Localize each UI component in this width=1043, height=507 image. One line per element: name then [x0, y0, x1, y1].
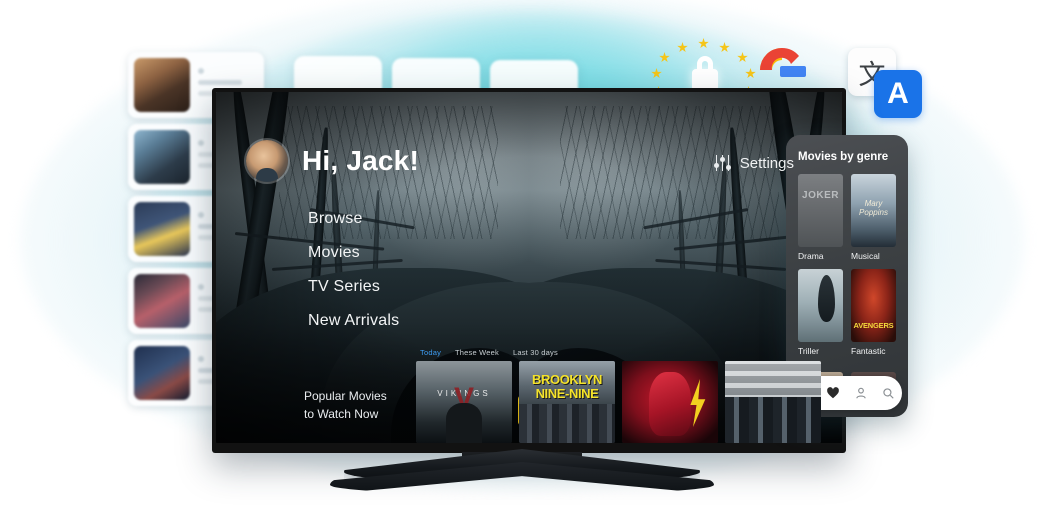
carousel-tabs: Today These Week Last 30 days: [416, 348, 842, 357]
genre-poster-fantastic-text: AVENGERS: [853, 321, 894, 331]
poster-suits[interactable]: [725, 361, 821, 443]
tab-last-30-days[interactable]: Last 30 days: [513, 348, 558, 357]
nav-item-tv-series[interactable]: TV Series: [308, 278, 399, 296]
tv-main-nav: Browse Movies TV Series New Arrivals: [308, 210, 399, 346]
popular-movies-heading: Popular Movies to Watch Now: [304, 388, 387, 423]
scene-root: 文 A Hi, Jack! Settings Browse Movies TV …: [0, 0, 1043, 507]
genre-poster-fantastic: AVENGERS: [851, 269, 896, 342]
card-thumbnail: [134, 202, 190, 256]
genre-item-musical[interactable]: Mary Poppins Musical: [851, 174, 896, 261]
person-icon[interactable]: [854, 386, 868, 400]
greeting-text: Hi, Jack!: [302, 145, 419, 176]
card-thumbnail: [134, 274, 190, 328]
poster-row: VIKINGS V BROOKLYN NINE-NINE: [416, 361, 842, 443]
tab-today[interactable]: Today: [420, 348, 441, 357]
nav-item-browse[interactable]: Browse: [308, 210, 399, 228]
genre-poster-musical: Mary Poppins: [851, 174, 896, 247]
poster-vikings[interactable]: VIKINGS V: [416, 361, 512, 443]
translate-target-glyph: A: [874, 70, 922, 118]
genre-poster-musical-text: Mary Poppins: [859, 198, 888, 217]
poster-brooklyn-nine-nine[interactable]: BROOKLYN NINE-NINE: [519, 361, 615, 443]
google-translate-icon: 文 A: [848, 48, 922, 118]
genre-label-fantastic: Fantastic: [851, 346, 886, 356]
tab-these-week[interactable]: These Week: [455, 348, 499, 357]
settings-button[interactable]: Settings: [713, 154, 794, 172]
poster-brooklyn-line-2: NINE-NINE: [535, 385, 599, 401]
settings-label: Settings: [739, 154, 794, 172]
tv-device: Hi, Jack! Settings Browse Movies TV Seri…: [212, 88, 846, 453]
nav-item-new-arrivals[interactable]: New Arrivals: [308, 312, 399, 330]
card-thumbnail: [134, 346, 190, 400]
genre-item-fantastic[interactable]: AVENGERS Fantastic: [851, 269, 896, 356]
poster-the-flash[interactable]: [622, 361, 718, 443]
tv-app-ui: Hi, Jack! Settings Browse Movies TV Seri…: [216, 92, 842, 443]
nav-item-movies[interactable]: Movies: [308, 244, 399, 262]
equalizer-sliders-icon: [713, 154, 732, 172]
card-thumbnail: [134, 130, 190, 184]
popular-movies-carousel: Today These Week Last 30 days VIKINGS V: [416, 348, 842, 443]
card-thumbnail: [134, 58, 190, 112]
genre-label-musical: Musical: [851, 251, 880, 261]
popular-heading-line-1: Popular Movies: [304, 389, 387, 404]
user-avatar[interactable]: [246, 140, 288, 182]
search-icon[interactable]: [881, 386, 895, 400]
tv-screen: Hi, Jack! Settings Browse Movies TV Seri…: [216, 92, 842, 443]
greeting-row: Hi, Jack!: [246, 140, 419, 182]
popular-heading-line-2: to Watch Now: [304, 406, 379, 421]
